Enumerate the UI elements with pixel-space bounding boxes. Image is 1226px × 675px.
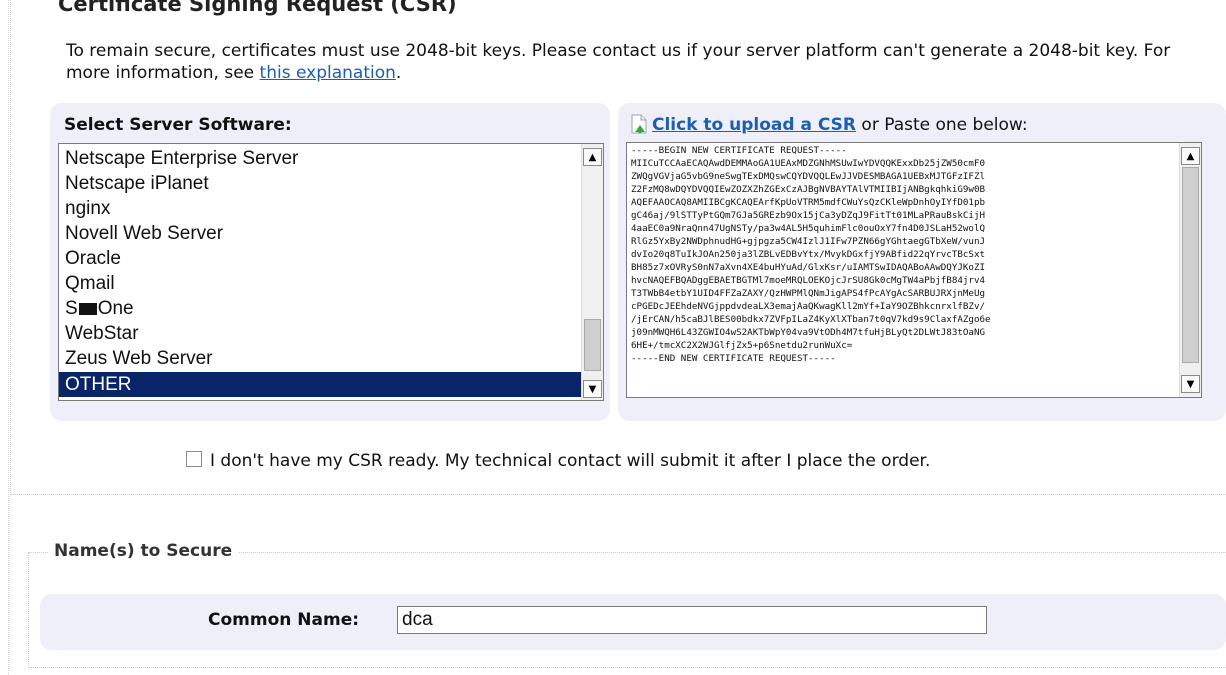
no-csr-label: I don't have my CSR ready. My technical … [210, 451, 931, 471]
server-option-selected[interactable]: OTHER [59, 372, 581, 397]
server-option[interactable]: WebStar [59, 321, 581, 346]
upload-row: Click to upload a CSR or Paste one below… [630, 114, 1028, 135]
server-option[interactable]: Netscape Enterprise Server [59, 146, 581, 171]
order-form-page: Certificate Signing Request (CSR) To rem… [0, 0, 1226, 675]
server-software-title: Select Server Software: [64, 115, 292, 135]
scroll-up-icon[interactable]: ▲ [583, 148, 602, 166]
server-option[interactable]: Netscape iPlanet [59, 171, 581, 196]
server-option[interactable]: nginx [59, 196, 581, 221]
textarea-scrollbar[interactable]: ▲ ▼ [1179, 143, 1201, 397]
upload-csr-link[interactable]: Click to upload a CSR [652, 115, 856, 135]
no-csr-row: I don't have my CSR ready. My technical … [186, 451, 930, 471]
upload-file-icon[interactable] [630, 114, 648, 134]
intro-text: To remain secure, certificates must use … [66, 41, 1171, 83]
scroll-down-icon[interactable]: ▼ [1181, 375, 1200, 393]
scroll-thumb[interactable] [584, 319, 601, 371]
server-option-redacted[interactable]: S One [59, 296, 581, 321]
server-software-listbox[interactable]: Netscape Enterprise Server Netscape iPla… [58, 143, 604, 401]
page-left-border [8, 0, 9, 675]
intro-end: . [395, 63, 402, 83]
csr-intro-text: To remain secure, certificates must use … [66, 40, 1196, 84]
option-prefix: S [65, 298, 78, 319]
scroll-down-icon[interactable]: ▼ [583, 380, 602, 398]
csr-text: -----BEGIN NEW CERTIFICATE REQUEST----- … [631, 145, 991, 364]
server-option[interactable]: Oracle [59, 246, 581, 271]
scroll-up-icon[interactable]: ▲ [1181, 147, 1200, 165]
no-csr-checkbox[interactable] [186, 451, 202, 467]
server-option[interactable]: Zeus Web Server [59, 346, 581, 371]
upload-suffix: or Paste one below: [856, 115, 1028, 135]
server-option[interactable]: Novell Web Server [59, 221, 581, 246]
csr-section-legend: Certificate Signing Request (CSR) [52, 0, 463, 16]
explanation-link[interactable]: this explanation [260, 63, 396, 83]
option-suffix: One [97, 298, 134, 319]
common-name-label: Common Name: [208, 610, 360, 630]
scroll-thumb[interactable] [1182, 167, 1199, 363]
names-section-legend: Name(s) to Secure [48, 541, 239, 561]
redaction-block [78, 302, 97, 315]
server-option[interactable]: Qmail [59, 271, 581, 296]
listbox-scrollbar[interactable]: ▲ ▼ [581, 144, 603, 400]
common-name-input[interactable] [397, 606, 987, 634]
csr-textarea[interactable]: -----BEGIN NEW CERTIFICATE REQUEST----- … [626, 142, 1202, 398]
